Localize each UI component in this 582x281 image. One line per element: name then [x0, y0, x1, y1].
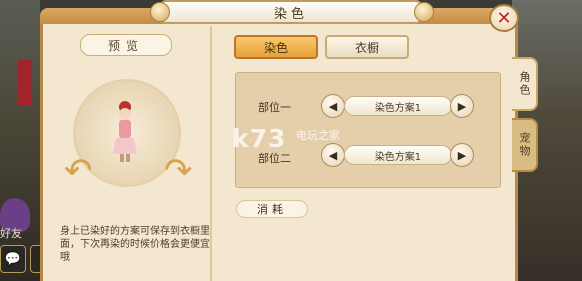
triangle-left-icon: ◀ [328, 99, 338, 113]
chat-button[interactable]: 💬 [0, 245, 26, 273]
red-banner-decoration [18, 60, 32, 106]
part-one-next-button[interactable]: ▶ [450, 94, 474, 118]
part-one-scheme-field: 染色方案1 [344, 96, 452, 116]
title-plate: 染色 [160, 0, 422, 24]
chat-icon: 💬 [4, 251, 22, 267]
character-avatar [113, 101, 137, 162]
tab-dye[interactable]: 染色 [234, 35, 318, 59]
triangle-right-icon: ▶ [457, 148, 467, 162]
curved-arrow-left-icon: ↶ [64, 151, 93, 191]
curved-arrow-right-icon: ↷ [164, 151, 193, 191]
part-two-next-button[interactable]: ▶ [450, 143, 474, 167]
title-knob-left-icon [150, 2, 170, 22]
watermark-subtitle: 电玩之家 [296, 129, 340, 142]
side-tab-role[interactable]: 角色 [512, 57, 538, 111]
title-knob-right-icon [414, 2, 434, 22]
part-two-prev-button[interactable]: ◀ [321, 143, 345, 167]
close-button[interactable]: ✕ [489, 4, 519, 32]
part-one-prev-button[interactable]: ◀ [321, 94, 345, 118]
triangle-right-icon: ▶ [457, 99, 467, 113]
part-one-label: 部位一 [258, 101, 291, 114]
save-tip-text: 身上已染好的方案可保存到衣橱里面，下次再染的时候价格会更便宜哦 [60, 226, 210, 263]
part-two-scheme-field: 染色方案1 [344, 145, 452, 165]
preview-label: 预览 [80, 34, 172, 56]
close-icon: ✕ [496, 7, 512, 29]
page-title: 染色 [273, 6, 308, 22]
triangle-left-icon: ◀ [328, 148, 338, 162]
watermark-logo: k73 [232, 124, 287, 153]
friends-label[interactable]: 好友 [0, 225, 22, 241]
tab-wardrobe[interactable]: 衣橱 [325, 35, 409, 59]
side-tab-pet[interactable]: 宠物 [512, 118, 538, 172]
rotate-left-button[interactable]: ↶ [64, 151, 93, 191]
cost-label: 消耗 [236, 200, 308, 218]
rotate-right-button[interactable]: ↷ [164, 151, 193, 191]
